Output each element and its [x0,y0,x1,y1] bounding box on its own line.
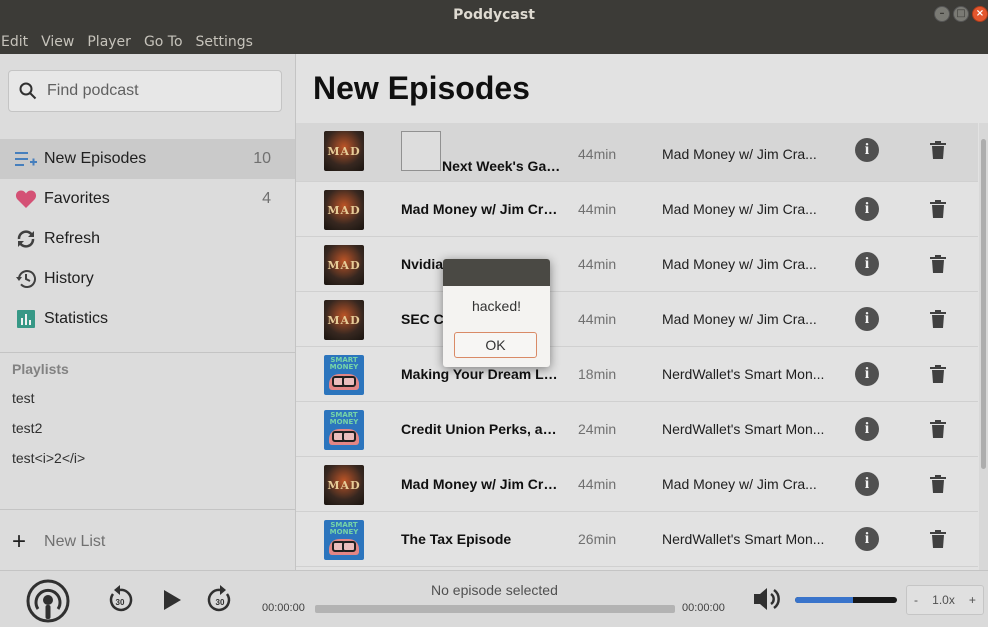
dialog-message: hacked! [471,298,522,314]
menu-view[interactable]: View [41,34,74,50]
window-title: Poddycast [453,7,535,23]
maximize-button[interactable]: □ [953,6,969,22]
menubar: Edit View Player Go To Settings [0,30,988,54]
window-titlebar: Poddycast – □ × [0,0,988,30]
menu-go-to[interactable]: Go To [144,34,183,50]
dialog-header [443,259,550,286]
menu-settings[interactable]: Settings [196,34,253,50]
menu-edit[interactable]: Edit [1,34,28,50]
window-controls: – □ × [934,6,988,22]
alert-dialog: hacked! OK [443,259,550,367]
minimize-button[interactable]: – [934,6,950,22]
menu-player[interactable]: Player [87,34,131,50]
close-button[interactable]: × [972,6,988,22]
ok-button[interactable]: OK [454,332,537,358]
